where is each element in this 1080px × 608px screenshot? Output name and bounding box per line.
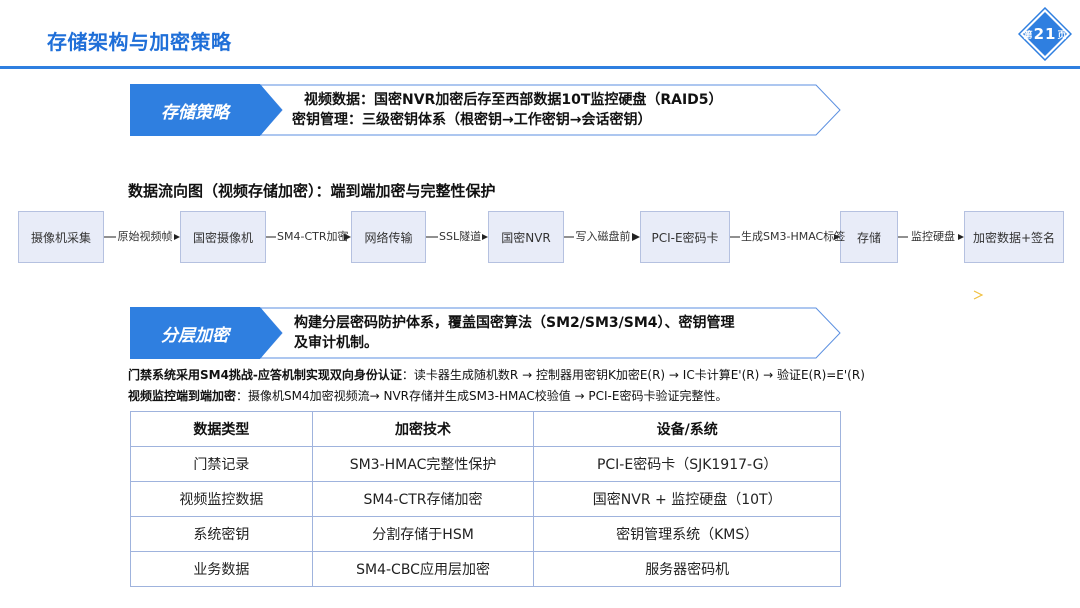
flow-edge-label: SM4-CTR加密 (276, 229, 349, 245)
table-cell: SM4-CTR存储加密 (311, 481, 535, 517)
table-cell: 密钥管理系统（KMS） (533, 516, 841, 552)
table-row: 门禁记录 SM3-HMAC完整性保护 PCI-E密码卡（SJK1917-G） (130, 446, 841, 482)
note-access-control-title: 门禁系统采用SM4挑战-应答机制实现双向身份认证 (128, 368, 402, 382)
badge-suffix: 页 (1057, 30, 1067, 41)
layered-encryption-banner: 分层加密 构建分层密码防护体系，覆盖国密算法（SM2/SM3/SM4）、密钥管理… (130, 307, 842, 359)
section-divider-arrow (70, 290, 984, 300)
flow-node-network: 网络传输 (351, 211, 426, 263)
note-video-e2e-text: ：摄像机SM4加密视频流→ NVR存储并生成SM3-HMAC校验值 → PCI-… (236, 389, 728, 403)
table-row: 业务数据 SM4-CBC应用层加密 服务器密码机 (130, 551, 841, 587)
page-title: 存储架构与加密策略 (47, 30, 232, 54)
storage-line-video: 视频数据：国密NVR加密后存至西部数据10T监控硬盘（RAID5） (304, 92, 723, 108)
storage-strategy-label: 存储策略 (161, 102, 229, 123)
flow-edge-label: SSL隧道 (438, 229, 482, 245)
table-cell: 分割存储于HSM (311, 516, 535, 552)
note-access-control-text: ：读卡器生成随机数R → 控制器用密钥K加密E(R) → IC卡计算E'(R) … (401, 368, 865, 382)
table-cell: 国密NVR + 监控硬盘（10T） (533, 481, 841, 517)
table-header-row: 数据类型 加密技术 设备/系统 (130, 411, 841, 447)
table-cell: 门禁记录 (130, 446, 313, 482)
flow-edge-label: 监控硬盘 (908, 229, 958, 245)
table-row: 视频监控数据 SM4-CTR存储加密 国密NVR + 监控硬盘（10T） (130, 481, 841, 517)
page-number-badge: 第 21 页 (1018, 7, 1072, 61)
note-video-e2e-title: 视频监控端到端加密 (128, 389, 237, 403)
badge-prefix: 第 (1023, 30, 1033, 41)
table-cell: SM4-CBC应用层加密 (311, 551, 535, 587)
layered-line-2: 及审计机制。 (294, 335, 378, 351)
layered-encryption-label: 分层加密 (161, 325, 229, 346)
title-underline (0, 66, 1080, 69)
table-cell: 系统密钥 (130, 516, 313, 552)
table-row: 系统密钥 分割存储于HSM 密钥管理系统（KMS） (130, 516, 841, 552)
badge-number: 21 (1033, 25, 1057, 43)
flow-node-camera-capture: 摄像机采集 (18, 211, 104, 263)
flow-title: 数据流向图（视频存储加密）：端到端加密与完整性保护 (128, 182, 496, 200)
table-header-data-type: 数据类型 (130, 411, 313, 447)
storage-strategy-banner: 存储策略 视频数据：国密NVR加密后存至西部数据10T监控硬盘（RAID5） 密… (130, 84, 842, 136)
note-video-e2e: 视频监控端到端加密：摄像机SM4加密视频流→ NVR存储并生成SM3-HMAC校… (128, 387, 727, 404)
table-header-device: 设备/系统 (533, 411, 841, 447)
encryption-table: 数据类型 加密技术 设备/系统 门禁记录 SM3-HMAC完整性保护 PCI-E… (130, 411, 841, 587)
table-cell: 业务数据 (130, 551, 313, 587)
flow-edge-label: 生成SM3-HMAC标签 (740, 229, 846, 245)
flow-node-nvr: 国密NVR (488, 211, 564, 263)
layered-line-1: 构建分层密码防护体系，覆盖国密算法（SM2/SM3/SM4）、密钥管理 (294, 315, 735, 331)
storage-line-key: 密钥管理：三级密钥体系（根密钥→工作密钥→会话密钥） (292, 112, 652, 128)
table-cell: 服务器密码机 (533, 551, 841, 587)
table-cell: PCI-E密码卡（SJK1917-G） (533, 446, 841, 482)
table-header-encryption: 加密技术 (311, 411, 535, 447)
flow-node-storage: 存储 (840, 211, 898, 263)
note-access-control: 门禁系统采用SM4挑战-应答机制实现双向身份认证：读卡器生成随机数R → 控制器… (128, 366, 865, 383)
flow-node-sm-camera: 国密摄像机 (180, 211, 266, 263)
flow-edge-label: 写入磁盘前 (574, 229, 632, 245)
flow-node-pcie-card: PCI-E密码卡 (640, 211, 730, 263)
flow-node-encrypted-signed: 加密数据+签名 (964, 211, 1064, 263)
flow-edge-label: 原始视频帧 (116, 229, 174, 245)
table-cell: SM3-HMAC完整性保护 (311, 446, 535, 482)
table-cell: 视频监控数据 (130, 481, 313, 517)
